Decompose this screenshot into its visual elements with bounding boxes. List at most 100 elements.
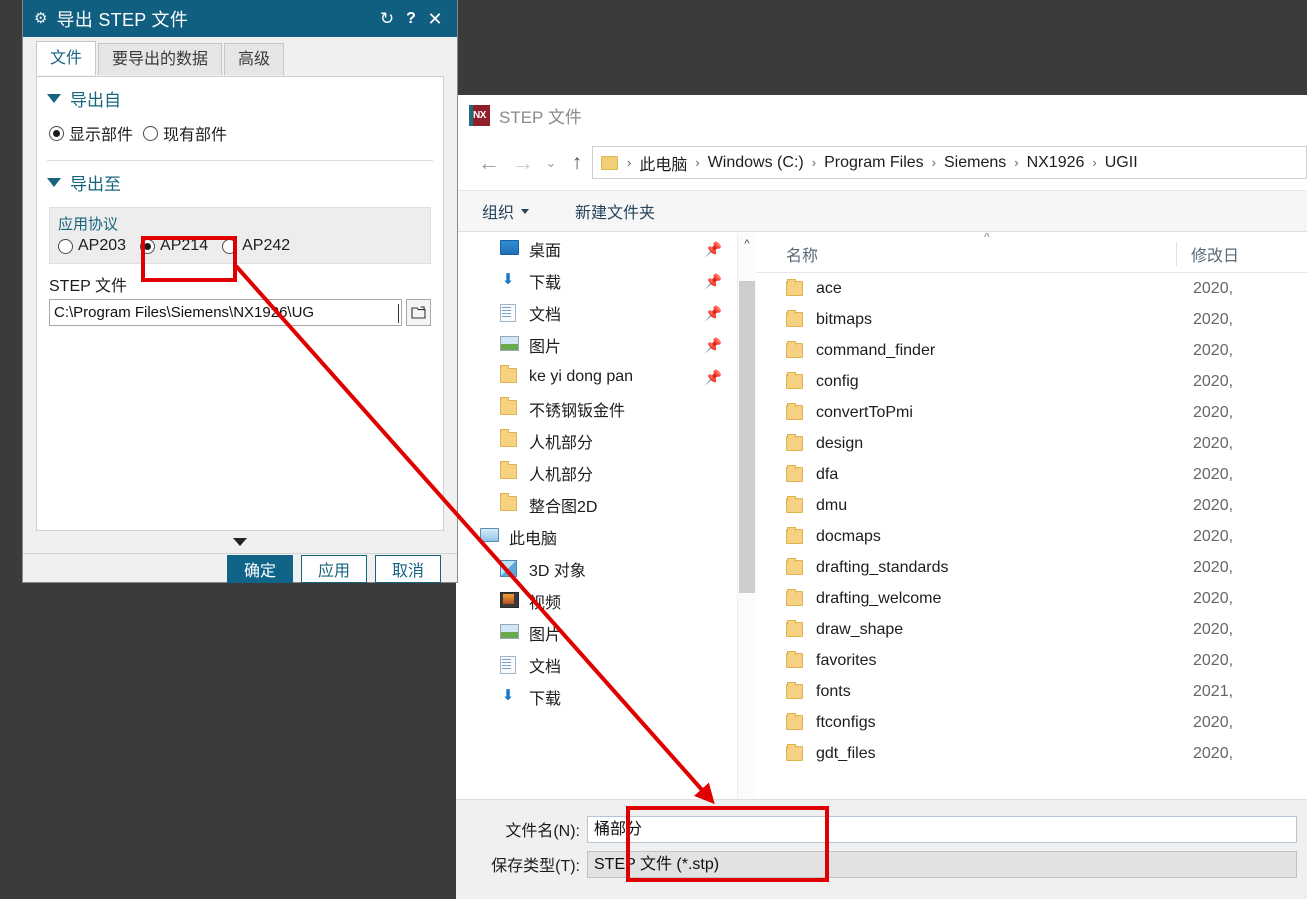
file-name: favorites [816,651,877,669]
explorer-navigation-bar: ← → ⌄ ↑ › 此电脑 › Windows (C:) › Program Files ›… [456,135,1307,190]
breadcrumb-separator: › [1014,155,1019,170]
dialog-title: 导出 STEP 文件 [56,9,189,30]
file-list-header: 名称 ^ 修改日 [756,233,1307,273]
table-row[interactable]: dfa 2020, [756,459,1307,490]
table-row[interactable]: dmu 2020, [756,490,1307,521]
table-row[interactable]: ace 2020, [756,273,1307,304]
file-name: dmu [816,496,848,514]
nav-item[interactable]: ⬇ 下载 [456,681,738,713]
nav-item[interactable]: 文档 📌 [456,297,738,329]
table-row[interactable]: bitmaps 2020, [756,304,1307,335]
table-row[interactable]: ftconfigs 2020, [756,707,1307,738]
column-header-modified[interactable]: 修改日 [1176,242,1239,266]
forward-icon[interactable]: → [506,150,540,176]
nav-item[interactable]: 视频 [456,585,738,617]
explorer-title-bar: NX STEP 文件 [456,95,1307,135]
file-modified-date: 2020, [1193,558,1234,576]
nav-item[interactable]: 此电脑 [456,521,738,553]
folder-icon [500,496,520,514]
pin-icon[interactable]: 📌 [705,338,722,352]
folder-icon-glyph [500,464,517,479]
file-name: fonts [816,682,851,700]
table-row[interactable]: drafting_welcome 2020, [756,583,1307,614]
folder-icon [786,496,803,513]
nav-item[interactable]: 人机部分 [456,425,738,457]
pin-icon[interactable]: 📌 [705,370,722,384]
nav-item[interactable]: ke yi dong pan 📌 [456,361,738,393]
nav-item[interactable]: 3D 对象 [456,553,738,585]
export-from-section-header[interactable]: 导出自 [37,77,443,115]
nav-item[interactable]: 文档 [456,649,738,681]
radio-ap203[interactable]: AP203 [58,237,126,255]
dialog-button[interactable]: 取消 [375,554,441,583]
pin-icon[interactable]: 📌 [705,274,722,288]
tab-item[interactable]: 要导出的数据 [98,43,223,75]
nav-item[interactable]: 图片 📌 [456,329,738,361]
radio-indicator [49,125,64,141]
table-row[interactable]: draw_shape 2020, [756,614,1307,645]
breadcrumb-item[interactable]: UGII [1103,154,1140,172]
3d-objects-icon-glyph [500,560,517,577]
nav-item-label: 文档 [529,659,562,676]
dialog-title-bar: ⚙ 导出 STEP 文件 ↻ ? ✕ [23,0,457,37]
reset-icon[interactable]: ↻ [375,10,399,27]
nav-item-label: 图片 [529,339,562,356]
nav-item[interactable]: 桌面 📌 [456,233,738,265]
nav-scrollbar-thumb[interactable] [739,281,755,593]
table-row[interactable]: gdt_files 2020, [756,738,1307,769]
table-row[interactable]: convertToPmi 2020, [756,397,1307,428]
back-icon[interactable]: ← [472,150,506,176]
folder-icon [786,310,803,327]
scroll-up-icon[interactable]: ^ [738,233,756,255]
ok-button[interactable]: 确定 [227,554,293,583]
breadcrumb-item[interactable]: NX1926 [1025,154,1087,172]
step-file-path-input[interactable]: C:\Program Files\Siemens\NX1926\UG [49,299,402,326]
table-row[interactable]: command_finder 2020, [756,335,1307,366]
dialog-button[interactable]: 应用 [301,554,367,583]
export-to-section-header[interactable]: 导出至 [37,161,443,199]
nav-item[interactable]: 不锈钢钣金件 [456,393,738,425]
table-row[interactable]: docmaps 2020, [756,521,1307,552]
pin-icon[interactable]: 📌 [705,306,722,320]
nav-item-label: ke yi dong pan [529,368,634,385]
table-row[interactable]: fonts 2021, [756,676,1307,707]
table-row[interactable]: design 2020, [756,428,1307,459]
file-name: bitmaps [816,310,873,328]
radio-existing-part[interactable]: 现有部件 [143,121,227,145]
nav-item-label: 此电脑 [509,531,558,548]
dialog-footer: 确定 应用 取消 [23,553,457,583]
folder-icon [786,620,803,637]
recent-locations-icon[interactable]: ⌄ [540,155,562,171]
nav-item[interactable]: ⬇ 下载 📌 [456,265,738,297]
export-to-title: 导出至 [70,175,121,194]
nav-item[interactable]: 整合图2D [456,489,738,521]
file-rows: ace 2020, bitmaps 2020, command_finder 2020, c… [756,273,1307,769]
folder-icon [500,368,520,386]
folder-icon-glyph [500,400,517,415]
nav-item[interactable]: 图片 [456,617,738,649]
folder-open-icon[interactable] [406,299,431,326]
new-folder-button[interactable]: 新建文件夹 [575,199,655,223]
table-row[interactable]: config 2020, [756,366,1307,397]
breadcrumb-item[interactable]: Siemens [942,154,1008,172]
pin-icon[interactable]: 📌 [705,242,722,256]
breadcrumb-item[interactable]: Windows (C:) [706,154,806,172]
organize-button[interactable]: 组织 [482,199,530,223]
help-icon[interactable]: ? [399,10,423,27]
breadcrumb-item[interactable]: Program Files [822,154,926,172]
radio-display-part[interactable]: 显示部件 [49,121,133,145]
breadcrumb[interactable]: › 此电脑 › Windows (C:) › Program Files › Siemens ›… [592,146,1307,179]
tab-item[interactable]: 高级 [224,43,285,75]
expand-more-button[interactable] [36,531,444,553]
up-icon[interactable]: ↑ [562,151,592,175]
breadcrumb-item[interactable]: 此电脑 [637,151,689,175]
table-row[interactable]: drafting_standards 2020, [756,552,1307,583]
column-header-name[interactable]: 名称 ^ [756,233,1176,266]
folder-icon-glyph [500,432,517,447]
tab-active[interactable]: 文件 [36,41,97,75]
close-icon[interactable]: ✕ [423,10,447,28]
application-protocol-group: 应用协议 AP203 AP214 AP242 [49,207,431,264]
table-row[interactable]: favorites 2020, [756,645,1307,676]
nav-item[interactable]: 人机部分 [456,457,738,489]
export-from-title: 导出自 [70,91,121,110]
